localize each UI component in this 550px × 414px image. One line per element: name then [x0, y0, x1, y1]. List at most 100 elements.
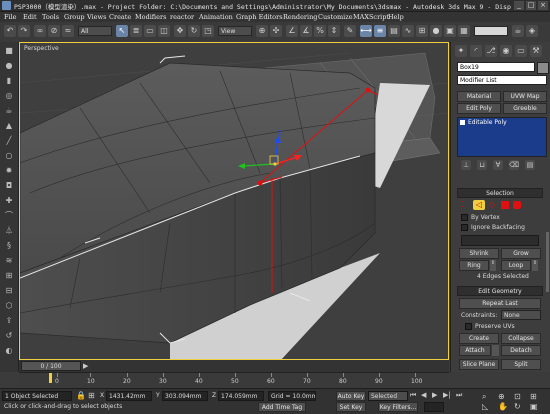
x-coordinate-field[interactable]: 1431.42mm — [106, 391, 152, 401]
select-by-name-icon[interactable]: ≣ — [130, 25, 142, 37]
modifier-list-dropdown[interactable]: Modifier List — [457, 75, 547, 85]
current-frame-marker[interactable] — [49, 373, 52, 383]
display-tab-icon[interactable]: ▭ — [515, 45, 527, 57]
menu-modifiers[interactable]: Modifiers — [135, 13, 166, 21]
render-frame-icon[interactable]: ▦ — [458, 25, 470, 37]
selected-vertex[interactable] — [365, 87, 371, 93]
time-slider-bar[interactable]: 0 / 100 ▶ — [19, 360, 449, 372]
element-level-icon[interactable] — [513, 201, 521, 209]
by-vertex-checkbox[interactable] — [461, 214, 468, 221]
edit-geometry-rollout-header[interactable]: Edit Geometry — [457, 286, 543, 296]
zoom-all-icon[interactable]: ⊕ — [498, 392, 505, 401]
field-of-view-icon[interactable]: ◺ — [482, 402, 488, 411]
attach-list-icon[interactable] — [492, 345, 499, 356]
curve-editor-icon[interactable]: ∿ — [402, 25, 414, 37]
cone-icon[interactable]: ▲ — [3, 120, 15, 131]
zoom-extents-icon[interactable]: ⊡ — [514, 392, 521, 401]
ring-button[interactable]: Ring — [459, 260, 489, 271]
lathe-icon[interactable]: ↺ — [3, 330, 15, 341]
next-frame-icon[interactable]: ▶ — [83, 361, 93, 371]
edge-level-icon[interactable]: ◁ — [473, 200, 485, 210]
pin-stack-icon[interactable]: ⊥ — [461, 160, 471, 170]
vertex-level-icon[interactable]: ⁚ — [461, 201, 469, 209]
render-type-dropdown[interactable] — [474, 26, 508, 36]
set-key-button[interactable]: Set Key — [336, 402, 366, 412]
window-crossing-icon[interactable]: ◫ — [158, 25, 170, 37]
border-level-icon[interactable]: ◇ — [489, 201, 497, 209]
menu-tools[interactable]: Tools — [42, 13, 59, 21]
select-rotate-icon[interactable]: ↻ — [188, 25, 200, 37]
panel-scrollbar[interactable] — [546, 232, 549, 292]
zoom-icon[interactable]: ⌕ — [482, 392, 486, 402]
light-icon[interactable]: ✹ — [3, 165, 15, 176]
noise-icon[interactable]: ≋ — [3, 255, 15, 266]
configure-modifier-icon[interactable]: ▤ — [525, 160, 535, 170]
attach-button[interactable]: Attach — [459, 345, 491, 356]
y-coordinate-field[interactable]: 303.094mm — [162, 391, 208, 401]
ring-spinner-icon[interactable]: ⇕ — [490, 260, 496, 271]
add-time-tag-button[interactable]: Add Time Tag — [258, 402, 306, 412]
select-move-icon[interactable]: ✥ — [174, 25, 186, 37]
angle-snap-icon[interactable]: ∡ — [300, 25, 312, 37]
repeat-last-button[interactable]: Repeat Last — [459, 298, 541, 309]
time-slider[interactable]: 0 / 100 — [21, 361, 81, 371]
selected-vertex[interactable] — [257, 180, 263, 186]
zoom-extents-all-icon[interactable]: ⊞ — [530, 392, 537, 401]
menu-graph-editors[interactable]: Graph Editors — [236, 13, 283, 21]
maximize-viewport-icon[interactable]: ▣ — [530, 402, 538, 411]
app-icon[interactable] — [2, 1, 11, 10]
menu-rendering[interactable]: Rendering — [283, 13, 317, 21]
circle-icon[interactable]: ○ — [3, 150, 15, 161]
named-selection-icon[interactable]: ✎ — [344, 25, 356, 37]
object-color-swatch[interactable] — [537, 62, 549, 74]
menu-help[interactable]: Help — [388, 13, 404, 21]
select-object-icon[interactable]: ↖ — [116, 25, 128, 37]
make-unique-icon[interactable]: ∀ — [493, 160, 503, 170]
menu-animation[interactable]: Animation — [199, 13, 233, 21]
slice-plane-button[interactable]: Slice Plane — [459, 359, 499, 370]
split-button[interactable]: Split — [501, 359, 541, 370]
angle-spinner[interactable] — [461, 235, 539, 246]
shrink-button[interactable]: Shrink — [459, 248, 499, 259]
grow-button[interactable]: Grow — [501, 248, 541, 259]
box-icon[interactable]: ■ — [3, 45, 15, 56]
undo-icon[interactable]: ↶ — [4, 25, 16, 37]
link-icon[interactable]: ∞ — [34, 25, 46, 37]
selection-rollout-header[interactable]: Selection — [457, 188, 543, 198]
helper-icon[interactable]: ✚ — [3, 195, 15, 206]
teapot-icon[interactable]: ☕ — [3, 105, 15, 116]
loop-button[interactable]: Loop — [501, 260, 531, 271]
detach-button[interactable]: Detach — [501, 345, 541, 356]
menu-views[interactable]: Views — [87, 13, 106, 21]
minimize-icon[interactable]: _ — [514, 1, 524, 10]
remove-modifier-icon[interactable]: ⌫ — [509, 160, 519, 170]
modify-tab-icon[interactable]: ◜ — [470, 45, 482, 57]
menu-customize[interactable]: Customize — [318, 13, 353, 21]
material-editor-icon[interactable]: ● — [430, 25, 442, 37]
edit-poly-button[interactable]: Edit Poly — [457, 103, 501, 114]
utilities-tab-icon[interactable]: ⚒ — [530, 45, 542, 57]
modifier-stack[interactable]: Editable Poly — [457, 117, 547, 157]
align-icon[interactable]: ≡ — [374, 25, 386, 37]
go-to-end-icon[interactable]: ⏭ — [456, 391, 462, 400]
render-setup-icon[interactable]: ▣ — [444, 25, 456, 37]
absolute-mode-icon[interactable]: ⊞ — [88, 391, 98, 401]
menu-reactor[interactable]: reactor — [170, 13, 194, 21]
bend-icon[interactable]: ⌒ — [3, 210, 15, 221]
render-last-icon[interactable]: ◈ — [526, 25, 538, 37]
selection-filter-dropdown[interactable]: All — [78, 26, 112, 36]
motion-tab-icon[interactable]: ◉ — [500, 45, 512, 57]
reference-coord-dropdown[interactable]: View — [218, 26, 252, 36]
pivot-center-icon[interactable]: ⊕ — [256, 25, 268, 37]
create-tab-icon[interactable]: ✦ — [455, 45, 467, 57]
snaps-toggle-icon[interactable]: ∠ — [286, 25, 298, 37]
layer-manager-icon[interactable]: ▤ — [388, 25, 400, 37]
taper-icon[interactable]: ⏃ — [3, 225, 15, 236]
polygon-level-icon[interactable] — [501, 201, 509, 209]
menu-file[interactable]: File — [4, 13, 17, 21]
quick-render-icon[interactable]: ☕ — [512, 25, 524, 37]
mirror-icon[interactable]: ⟷ — [360, 25, 372, 37]
twist-icon[interactable]: § — [3, 240, 15, 251]
torus-icon[interactable]: ◎ — [3, 90, 15, 101]
menu-maxscript[interactable]: MAXScript — [353, 13, 389, 21]
